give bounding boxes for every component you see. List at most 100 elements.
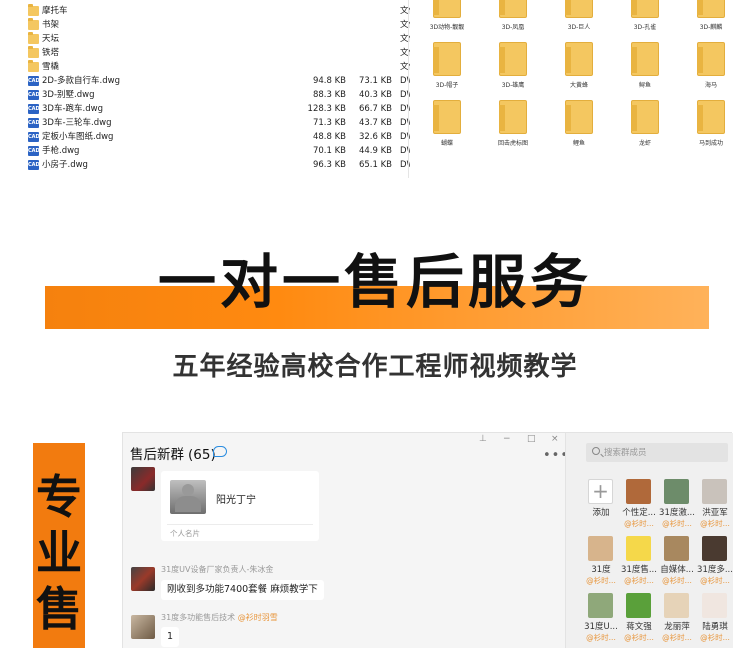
thumbnail-label: 3D动物-靓靓 — [429, 24, 465, 31]
thumbnail-label: 鲟鱼 — [638, 82, 651, 89]
chat-bubble-icon[interactable] — [213, 446, 227, 457]
message-text: 1 — [161, 627, 180, 647]
folder-thumbnail[interactable]: 海马 — [680, 36, 742, 98]
folder-thumbnail[interactable]: 回击虎标图 — [482, 94, 544, 156]
side-tag: 专 业 售 — [33, 443, 85, 648]
folder-icon — [433, 42, 461, 76]
file-name: 手枪.dwg — [42, 146, 80, 156]
folder-icon — [28, 4, 39, 16]
member-item[interactable]: 自媒体... @衫时... — [658, 536, 696, 586]
member-item[interactable]: 31度U... @衫时... — [582, 593, 620, 643]
thumbnail-label: 大黄蜂 — [569, 82, 588, 89]
member-avatar — [626, 479, 651, 504]
message-sender: 31度UV设备厂家负责人-朱冰金 — [161, 564, 273, 575]
file-size: 48.8 KB — [312, 132, 346, 142]
file-size: 96.3 KB — [312, 160, 346, 170]
member-name: 洪亚军 — [702, 508, 728, 518]
folder-icon — [499, 100, 527, 134]
file-row[interactable]: 书架文件夹 — [28, 18, 426, 32]
thumbnail-label: 3D-孔雀 — [633, 24, 657, 31]
member-avatar — [626, 536, 651, 561]
cad-file-icon: CAD — [28, 132, 40, 142]
folder-thumbnail[interactable]: 大黄蜂 — [548, 36, 610, 98]
file-row[interactable]: CAD手枪.dwg70.1 KB44.9 KBDWG 文 — [28, 144, 433, 158]
maximize-icon[interactable]: □ — [527, 434, 536, 444]
side-tag-char: 售 — [36, 582, 82, 636]
folder-thumbnail[interactable]: 3D-雄鹰 — [482, 36, 544, 98]
avatar[interactable] — [131, 467, 155, 491]
avatar[interactable] — [131, 567, 155, 591]
file-row[interactable]: 摩托车文件夹 — [28, 4, 426, 18]
message-text: 刚收到多功能7400套餐 麻烦教学下 — [161, 580, 324, 600]
sender-name: 31度多功能售后技术 — [161, 613, 236, 622]
folder-thumbnail[interactable]: 3D-孔雀 — [614, 0, 676, 40]
file-row[interactable]: CAD3D车-三轮车.dwg71.3 KB43.7 KBDWG 文 — [28, 116, 433, 130]
folder-thumbnail[interactable]: 蝴蝶 — [416, 94, 478, 156]
file-compressed-size: 65.1 KB — [358, 160, 392, 170]
folder-icon — [631, 42, 659, 76]
folder-thumbnail[interactable]: 3D-巨人 — [548, 0, 610, 40]
folder-thumbnail[interactable]: 鲟鱼 — [614, 36, 676, 98]
folder-thumbnail[interactable]: 3D-凤凰 — [482, 0, 544, 40]
file-row[interactable]: 天坛文件夹 — [28, 32, 426, 46]
file-name: 3D车-三轮车.dwg — [42, 118, 112, 128]
chat-window: 售后新群 (65) ⊥ − □ × ••• 阳光丁宁 个人名片 31度UV设备厂家… — [122, 432, 733, 648]
file-size: 88.3 KB — [312, 90, 346, 100]
member-item[interactable]: 洪亚军 @衫时... — [696, 479, 734, 529]
file-row[interactable]: CAD2D-多款自行车.dwg94.8 KB73.1 KBDWG 文 — [28, 74, 433, 88]
folder-icon — [697, 100, 725, 134]
member-item[interactable]: 龙丽萍 @衫时... — [658, 593, 696, 643]
banner-title: 一对一售后服务 — [157, 248, 592, 316]
member-item[interactable]: 31度激... @衫时... — [658, 479, 696, 529]
pane-divider — [408, 0, 409, 178]
cad-file-icon: CAD — [28, 76, 40, 86]
file-row[interactable]: CAD定板小车图纸.dwg48.8 KB32.6 KBDWG 文 — [28, 130, 433, 144]
avatar[interactable] — [131, 615, 155, 639]
folder-thumbnail[interactable]: 马到成功 — [680, 94, 742, 156]
file-row[interactable]: CAD3D车-跑车.dwg128.3 KB66.7 KBDWG 文 — [28, 102, 433, 116]
file-row[interactable]: CAD小房子.dwg96.3 KB65.1 KBDWG 文 — [28, 158, 433, 172]
thumbnail-label: 海马 — [704, 82, 717, 89]
cad-file-icon: CAD — [28, 118, 40, 128]
minimize-icon[interactable]: − — [503, 434, 511, 444]
file-name: 定板小车图纸.dwg — [42, 132, 114, 142]
folder-icon — [697, 42, 725, 76]
folder-thumbnail[interactable]: 3D-麒麟 — [680, 0, 742, 40]
member-avatar — [664, 479, 689, 504]
file-row[interactable]: CAD3D-别墅.dwg88.3 KB40.3 KBDWG 文 — [28, 88, 433, 102]
add-member-button[interactable]: + 添加 — [582, 479, 620, 529]
member-avatar — [588, 536, 613, 561]
group-title: 售后新群 (65) — [130, 443, 216, 463]
member-avatar — [588, 593, 613, 618]
file-list-pane: 摩托车文件夹书架文件夹天坛文件夹铁塔文件夹雪橇文件夹CAD2D-多款自行车.dw… — [0, 0, 433, 178]
member-item[interactable]: 31度多... @衫时... — [696, 536, 734, 586]
member-avatar — [626, 593, 651, 618]
file-name: 摩托车 — [42, 6, 68, 16]
folder-thumbnail[interactable]: 龙虾 — [614, 94, 676, 156]
member-item[interactable]: 陆勇琪 @衫时... — [696, 593, 734, 643]
member-item[interactable]: 个性定... @衫时... — [620, 479, 658, 529]
member-panel: 搜索群成员 + 添加 个性定... @衫时... 31度激... @衫时... 洪亚军 @衫时… — [565, 433, 733, 648]
file-compressed-size: 32.6 KB — [358, 132, 392, 142]
cad-file-icon: CAD — [28, 104, 40, 114]
plus-icon: + — [588, 479, 613, 504]
file-row[interactable]: 铁塔文件夹 — [28, 46, 426, 60]
member-item[interactable]: 蒋文强 @衫时... — [620, 593, 658, 643]
contact-card-message[interactable]: 阳光丁宁 个人名片 — [161, 471, 319, 541]
member-item[interactable]: 31度售... @衫时... — [620, 536, 658, 586]
folder-thumbnail[interactable]: 3D动物-靓靓 — [416, 0, 478, 40]
close-icon[interactable]: × — [551, 434, 559, 444]
file-row[interactable]: 雪橇文件夹 — [28, 60, 426, 74]
folder-thumbnail[interactable]: 鲤鱼 — [548, 94, 610, 156]
folder-icon — [565, 0, 593, 18]
member-item[interactable]: 31度 @衫时... — [582, 536, 620, 586]
thumbnail-label: 鲤鱼 — [572, 140, 585, 147]
thumbnail-label: 3D-帽子 — [435, 82, 459, 89]
file-size: 71.3 KB — [312, 118, 346, 128]
member-search-input[interactable]: 搜索群成员 — [586, 443, 728, 462]
pin-icon[interactable]: ⊥ — [479, 434, 487, 444]
cad-file-icon: CAD — [28, 146, 40, 156]
thumbnail-label: 蝴蝶 — [440, 140, 453, 147]
folder-thumbnail[interactable]: 3D-帽子 — [416, 36, 478, 98]
thumbnail-label: 3D-巨人 — [567, 24, 591, 31]
